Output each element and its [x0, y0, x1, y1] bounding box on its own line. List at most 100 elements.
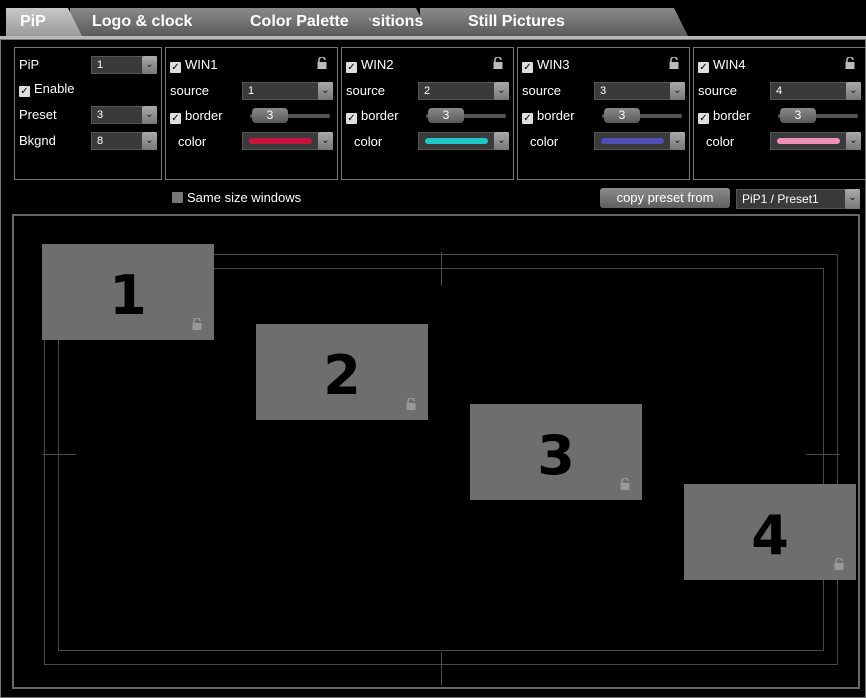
preset-select-value: 3 [97, 109, 104, 121]
win2-color-select[interactable]: ⌄ [418, 132, 509, 150]
win3-border-checkbox[interactable]: ✓ border [522, 108, 575, 124]
win2-border-checkbox[interactable]: ✓ border [346, 108, 399, 124]
window-number: 2 [323, 344, 361, 407]
border-label: border [537, 108, 575, 123]
border-value: 3 [794, 108, 802, 122]
same-size-label: Same size windows [187, 190, 302, 205]
center-mark-right [806, 454, 840, 455]
color-label: color [706, 134, 735, 149]
win1-color-select[interactable]: ⌄ [242, 132, 333, 150]
copy-preset-button[interactable]: copy preset from [600, 188, 730, 208]
pip-select-value: 1 [97, 59, 104, 71]
unlock-icon[interactable] [493, 57, 503, 69]
checkbox-icon: ✓ [170, 62, 181, 73]
win3-enable-checkbox[interactable]: ✓ WIN3 [522, 57, 570, 73]
pip-window-3[interactable]: 3 [470, 404, 642, 500]
checkbox-icon: ✓ [170, 113, 181, 124]
win-title: WIN1 [185, 57, 218, 72]
tab-label: Still Pictures [468, 13, 565, 30]
checkbox-icon: ✓ [346, 62, 357, 73]
win4-panel: ✓ WIN4 source 4 ⌄ ✓ border 3 color ⌄ [693, 47, 866, 180]
preset-select[interactable]: 3 ⌄ [91, 106, 157, 124]
win4-enable-checkbox[interactable]: ✓ WIN4 [698, 57, 746, 73]
border-label: border [361, 108, 399, 123]
color-swatch [601, 138, 664, 144]
checkbox-icon: ✓ [698, 113, 709, 124]
unlock-icon[interactable] [317, 57, 327, 69]
win4-color-select[interactable]: ⌄ [770, 132, 861, 150]
safe-area-outer-right [837, 254, 838, 665]
chevron-down-icon: ⌄ [845, 189, 860, 209]
center-mark-top [441, 252, 442, 286]
win1-source-select[interactable]: 1 ⌄ [242, 82, 333, 100]
chevron-down-icon: ⌄ [142, 106, 157, 124]
border-value: 3 [618, 108, 626, 122]
win4-source-select[interactable]: 4 ⌄ [770, 82, 861, 100]
win1-border-checkbox[interactable]: ✓ border [170, 108, 223, 124]
bkgnd-select-value: 8 [97, 135, 104, 147]
chevron-down-icon: ⌄ [494, 132, 509, 150]
win-title: WIN2 [361, 57, 394, 72]
unlock-icon[interactable] [834, 558, 844, 570]
chevron-down-icon: ⌄ [670, 82, 685, 100]
tab-logo-clock[interactable]: Logo & clock [70, 8, 246, 36]
win2-source-select[interactable]: 2 ⌄ [418, 82, 509, 100]
win2-border-slider-handle[interactable]: 3 [428, 108, 464, 123]
source-value: 4 [776, 85, 783, 97]
same-size-windows-checkbox[interactable]: Same size windows [172, 190, 301, 205]
unlock-icon[interactable] [192, 318, 202, 330]
pip-window-1[interactable]: 1 [42, 244, 214, 340]
unlock-icon[interactable] [620, 478, 630, 490]
checkbox-icon: ✓ [522, 62, 533, 73]
copy-preset-value: PiP1 / Preset1 [742, 192, 819, 206]
pip-window-2[interactable]: 2 [256, 324, 428, 420]
color-swatch [425, 138, 488, 144]
window-number: 1 [109, 264, 147, 327]
copy-preset-select[interactable]: PiP1 / Preset1 ⌄ [736, 189, 860, 209]
tab-color-palette[interactable]: Color Palette [222, 8, 378, 36]
checkbox-icon: ✓ [522, 113, 533, 124]
tab-bar: Transitions Still Pictures Color Palette… [0, 0, 866, 39]
color-label: color [530, 134, 559, 149]
win3-border-slider-handle[interactable]: 3 [604, 108, 640, 123]
source-label: source [522, 83, 562, 98]
bkgnd-select[interactable]: 8 ⌄ [91, 132, 157, 150]
border-value: 3 [266, 108, 274, 122]
pip-preview-canvas[interactable]: 1 2 3 4 [12, 214, 860, 689]
win2-panel: ✓ WIN2 source 2 ⌄ ✓ border 3 color ⌄ [341, 47, 514, 180]
color-swatch [777, 138, 840, 144]
safe-area-inner-right [823, 268, 824, 651]
win2-enable-checkbox[interactable]: ✓ WIN2 [346, 57, 394, 73]
enable-label: Enable [34, 81, 75, 96]
win3-color-select[interactable]: ⌄ [594, 132, 685, 150]
color-label: color [178, 134, 207, 149]
source-label: source [346, 83, 386, 98]
color-swatch [249, 138, 312, 144]
win4-border-checkbox[interactable]: ✓ border [698, 108, 751, 124]
chevron-down-icon: ⌄ [142, 132, 157, 150]
border-label: border [185, 108, 223, 123]
tab-label: PiP [20, 13, 46, 30]
chevron-down-icon: ⌄ [670, 132, 685, 150]
win-title: WIN4 [713, 57, 746, 72]
unlock-icon[interactable] [406, 398, 416, 410]
pip-window-4[interactable]: 4 [684, 484, 856, 580]
pip-select[interactable]: 1 ⌄ [91, 56, 157, 74]
unlock-icon[interactable] [669, 57, 679, 69]
checkbox-icon: ✓ [19, 86, 30, 97]
border-label: border [713, 108, 751, 123]
border-value: 3 [442, 108, 450, 122]
window-number: 3 [537, 424, 575, 487]
enable-checkbox[interactable]: ✓ Enable [19, 81, 74, 97]
tab-still-pictures[interactable]: Still Pictures [420, 8, 688, 36]
win1-enable-checkbox[interactable]: ✓ WIN1 [170, 57, 218, 73]
pip-settings-panel: PiP 1 ⌄ ✓ Enable Preset 3 ⌄ Bkgnd 8 ⌄ [14, 47, 162, 180]
checkbox-icon: ✓ [346, 113, 357, 124]
win1-border-slider-handle[interactable]: 3 [252, 108, 288, 123]
unlock-icon[interactable] [845, 57, 855, 69]
chevron-down-icon: ⌄ [494, 82, 509, 100]
win3-source-select[interactable]: 3 ⌄ [594, 82, 685, 100]
source-label: source [170, 83, 210, 98]
chevron-down-icon: ⌄ [142, 56, 157, 74]
win4-border-slider-handle[interactable]: 3 [780, 108, 816, 123]
